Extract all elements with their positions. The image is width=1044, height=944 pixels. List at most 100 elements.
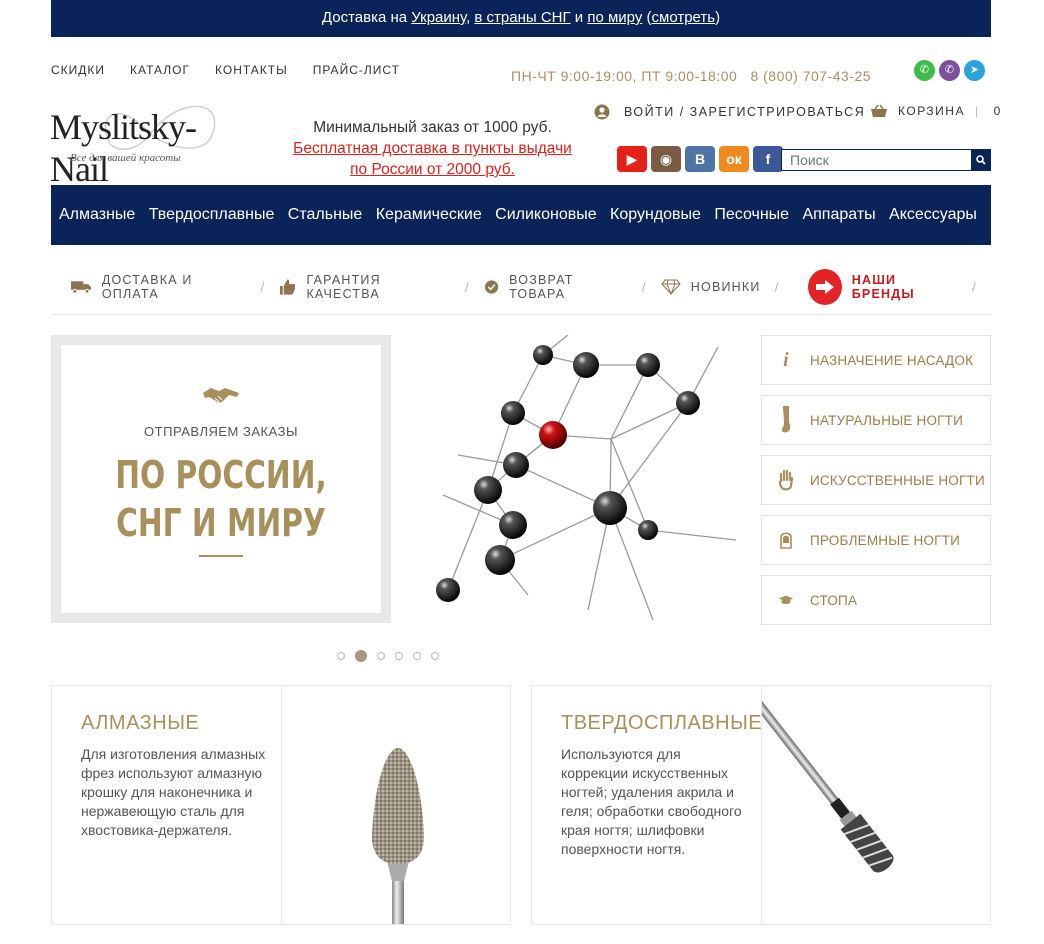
feature-quality[interactable]: ГАРАНТИЯ КАЧЕСТВА [279, 273, 451, 301]
slider-dot[interactable] [431, 652, 439, 660]
category-apparaty[interactable]: Аппараты [802, 206, 875, 224]
slide-underline [199, 555, 243, 557]
feature-delivery-label: ДОСТАВКА И ОПЛАТА [101, 273, 193, 301]
slider-dot-active[interactable] [355, 650, 367, 662]
category-tverdosplavnye[interactable]: Твердосплавные [149, 206, 275, 224]
category-card-almaznye[interactable]: АЛМАЗНЫЕ Для изготовления алмазных фрез … [51, 685, 511, 925]
side-item-foot[interactable]: СТОПА [761, 575, 991, 625]
facebook-icon[interactable]: f [753, 146, 783, 172]
viber-icon[interactable]: ✆ [939, 60, 960, 81]
login-link[interactable]: ВОЙТИ / ЗАРЕГИСТРИРОВАТЬСЯ [594, 104, 865, 120]
search-icon [975, 155, 986, 165]
slider-dot[interactable] [413, 652, 421, 660]
arrow-right-icon [807, 269, 842, 305]
side-item-label: НАТУРАЛЬНЫЕ НОГТИ [810, 412, 964, 428]
site-logo[interactable]: Myslitsky-Nail Все для вашей красоты [50, 100, 240, 189]
carbide-bur-image [761, 686, 991, 924]
side-item-problem[interactable]: ПРОБЛЕМНЫЕ НОГТИ [761, 515, 991, 565]
category-card-tverdosplavnye[interactable]: ТВЕРДОСПЛАВНЫЕ Используются для коррекци… [531, 685, 991, 925]
feature-brands[interactable]: НАШИ БРЕНДЫ [807, 269, 958, 305]
telegram-icon[interactable]: ➤ [964, 60, 985, 81]
truck-icon [71, 281, 91, 294]
link-world[interactable]: по миру [587, 9, 642, 26]
hours-text: ПН-ЧТ 9:00-19:00, ПТ 9:00-18:00 [511, 68, 738, 84]
link-cis[interactable]: в страны СНГ [474, 9, 570, 26]
network-graphic [436, 334, 737, 621]
top-nav: СКИДКИ КАТАЛОГ КОНТАКТЫ ПРАЙС-ЛИСТ [51, 63, 400, 77]
divider: / [464, 279, 471, 295]
info-icon: i [783, 348, 789, 371]
separator: ( [642, 9, 652, 26]
youtube-icon[interactable]: ▶ [617, 146, 647, 172]
whatsapp-icon[interactable]: ✆ [914, 60, 935, 81]
feature-new[interactable]: НОВИНКИ [661, 279, 761, 295]
link-ukraine[interactable]: Украину [411, 9, 466, 26]
slide-banner[interactable]: ОТПРАВЛЯЕМ ЗАКАЗЫ ПО РОССИИ, СНГ И МИРУ [51, 335, 391, 623]
side-item-label: НАЗНАЧЕНИЕ НАСАДОК [810, 352, 974, 368]
min-order-text: Минимальный заказ от 1000 руб. [313, 119, 552, 136]
slide-headline-line2: СНГ И МИРУ [116, 501, 326, 545]
separator: ) [715, 9, 721, 26]
diamond-bur-image [281, 686, 511, 924]
category-almaznye[interactable]: Алмазные [59, 206, 135, 224]
category-korundovye[interactable]: Корундовые [610, 206, 701, 224]
user-icon [594, 104, 610, 120]
logo-tagline: Все для вашей красоты [70, 152, 181, 164]
feature-delivery[interactable]: ДОСТАВКА И ОПЛАТА [71, 273, 246, 301]
card-title: ТВЕРДОСПЛАВНЫЕ [561, 712, 763, 734]
social-links: ▶ ◉ B ок f [617, 146, 783, 172]
nav-discounts[interactable]: СКИДКИ [51, 63, 105, 77]
slider-dot[interactable] [337, 652, 345, 660]
side-item-natural[interactable]: НАТУРАЛЬНЫЕ НОГТИ [761, 395, 991, 445]
category-stalnye[interactable]: Стальные [288, 206, 363, 224]
feature-returns[interactable]: ВОЗВРАТ ТОВАРА [484, 273, 628, 301]
search-button[interactable] [971, 150, 990, 170]
divider: / [641, 279, 647, 295]
category-nav: Алмазные Твердосплавные Стальные Керамич… [51, 185, 991, 245]
separator: и [570, 9, 588, 26]
cart-count: 0 [993, 104, 1002, 118]
nav-catalog[interactable]: КАТАЛОГ [130, 63, 190, 77]
free-delivery-link-1[interactable]: Бесплатная доставка в пункты выдачи [270, 138, 595, 159]
slider-pagination [337, 650, 439, 662]
side-item-artificial[interactable]: ИСКУССТВЕННЫЕ НОГТИ [761, 455, 991, 505]
divider: / [971, 279, 977, 295]
foot-icon [778, 406, 794, 433]
network-spheres-image [418, 334, 741, 623]
handshake-icon [203, 388, 239, 403]
instagram-icon[interactable]: ◉ [651, 146, 681, 172]
odnoklassniki-icon[interactable]: ок [719, 146, 749, 172]
phone-number[interactable]: 8 (800) 707-43-25 [750, 68, 871, 84]
nav-pricelist[interactable]: ПРАЙС-ЛИСТ [313, 63, 400, 77]
cart-separator: | [974, 104, 980, 118]
search-input[interactable] [782, 150, 971, 170]
cart-link[interactable]: КОРЗИНА | 0 [870, 104, 1002, 118]
side-item-label: ПРОБЛЕМНЫЕ НОГТИ [810, 532, 961, 548]
card-description: Для изготовления алмазных фрез использую… [81, 746, 266, 838]
divider: / [774, 279, 780, 295]
slide-headline-line1: ПО РОССИИ, [115, 453, 327, 497]
link-view[interactable]: смотреть [652, 9, 716, 26]
feature-quality-label: ГАРАНТИЯ КАЧЕСТВА [306, 273, 381, 301]
side-item-label: ИСКУССТВЕННЫЕ НОГТИ [810, 472, 985, 488]
feature-brands-label: НАШИ БРЕНДЫ [851, 273, 915, 301]
category-pesochnye[interactable]: Песочные [714, 206, 789, 224]
vk-icon[interactable]: B [685, 146, 715, 172]
side-item-purpose[interactable]: i НАЗНАЧЕНИЕ НАСАДОК [761, 335, 991, 385]
purpose-side-menu: i НАЗНАЧЕНИЕ НАСАДОК НАТУРАЛЬНЫЕ НОГТИ И… [761, 335, 991, 635]
features-bar: ДОСТАВКА И ОПЛАТА / ГАРАНТИЯ КАЧЕСТВА / … [51, 260, 991, 315]
delivery-text: Доставка на [321, 9, 412, 26]
slide-headline: ПО РОССИИ, СНГ И МИРУ [96, 451, 346, 547]
clock-check-icon [484, 280, 499, 294]
slider-dot[interactable] [377, 652, 385, 660]
slider-dot[interactable] [395, 652, 403, 660]
feature-returns-label: ВОЗВРАТ ТОВАРА [509, 273, 574, 301]
messenger-icons: ✆ ✆ ➤ [914, 60, 985, 81]
category-keramicheskie[interactable]: Керамические [376, 206, 482, 224]
free-delivery-link-2[interactable]: по России от 2000 руб. [270, 159, 595, 180]
nav-contacts[interactable]: КОНТАКТЫ [215, 63, 288, 77]
category-aksessuary[interactable]: Аксессуары [889, 206, 977, 224]
card-description: Используются для коррекции искусственных… [561, 746, 742, 857]
cart-label: КОРЗИНА [898, 104, 965, 118]
category-silikonovye[interactable]: Силиконовые [495, 206, 596, 224]
